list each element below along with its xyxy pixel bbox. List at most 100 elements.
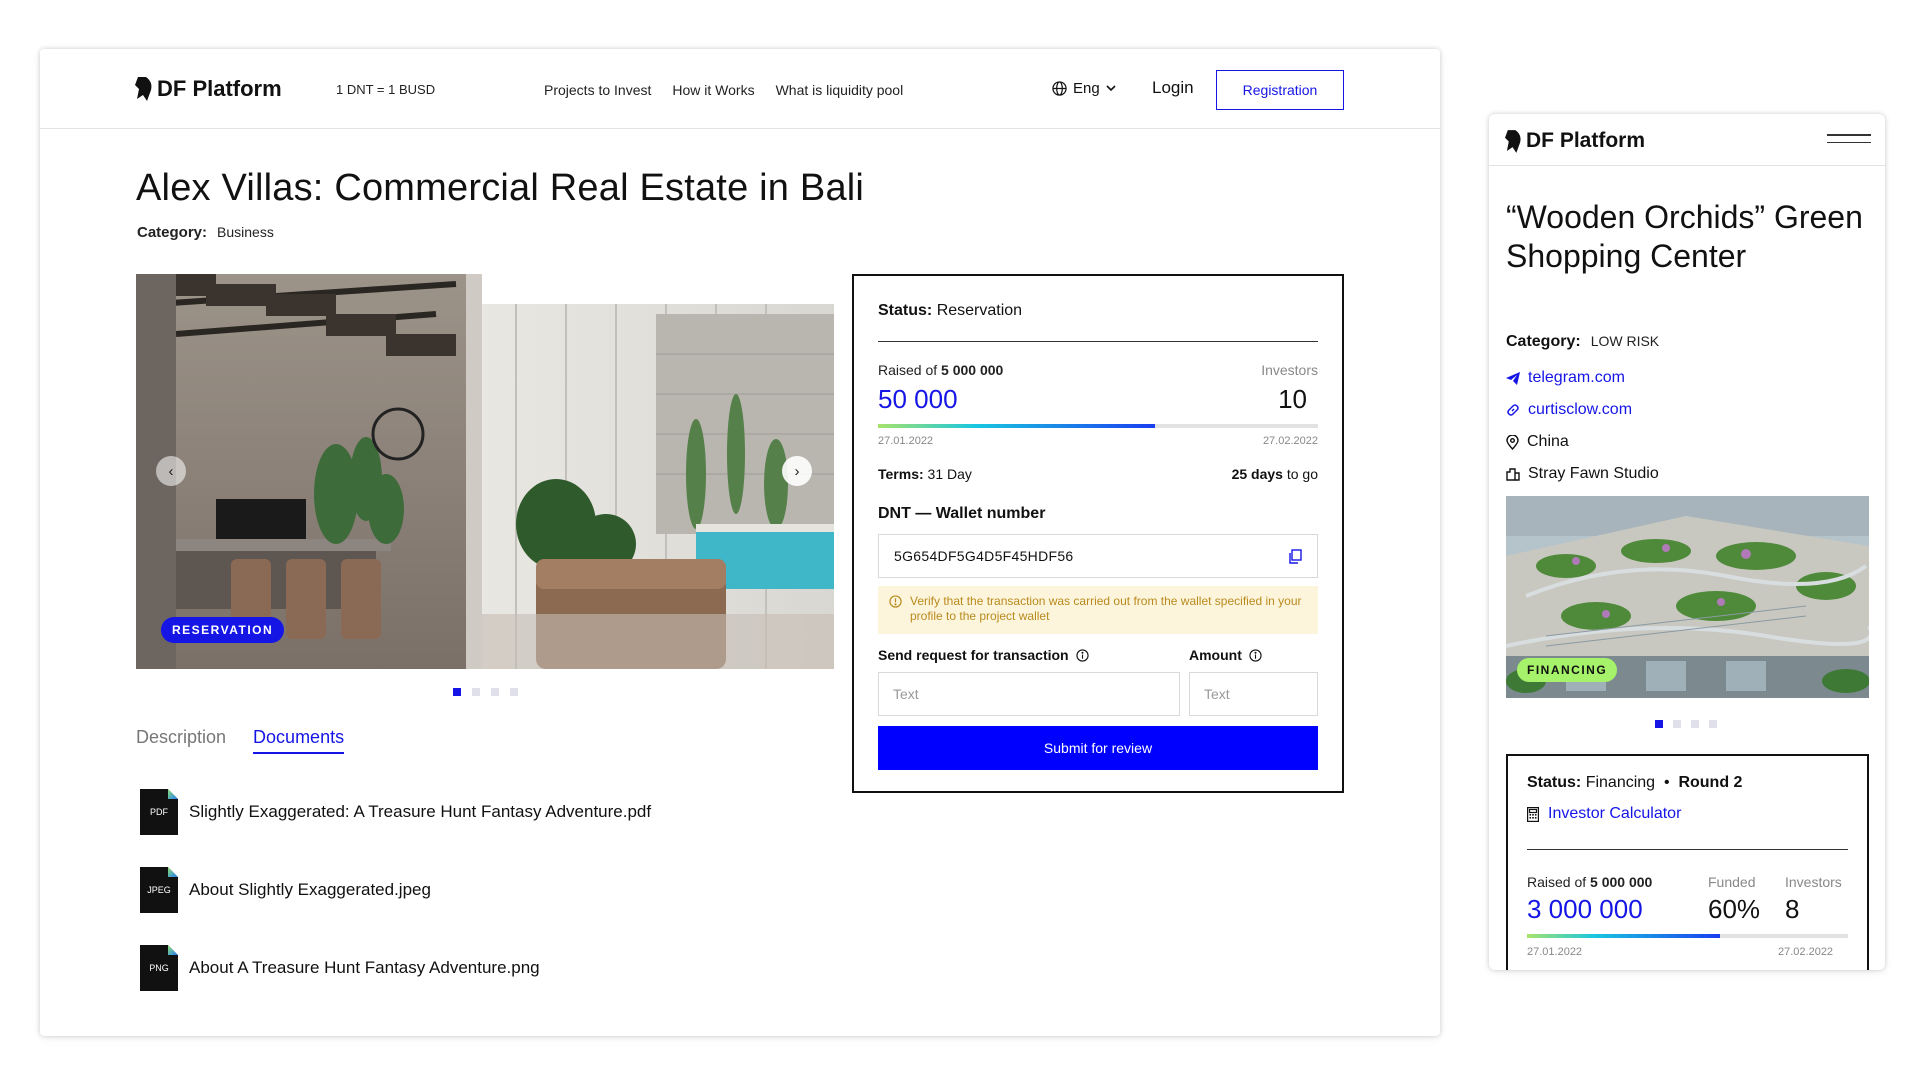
- project-image-gallery[interactable]: ‹ › RESERVATION: [136, 274, 834, 669]
- divider: [1527, 849, 1848, 850]
- page-title: “Wooden Orchids” Green Shopping Center: [1506, 199, 1863, 274]
- status-line: Status: Reservation: [878, 302, 1023, 319]
- funding-progress-bar: [878, 424, 1318, 428]
- document-item[interactable]: PNG About A Treasure Hunt Fantasy Advent…: [140, 929, 651, 1007]
- info-icon[interactable]: [1075, 648, 1089, 662]
- nav-projects-to-invest[interactable]: Projects to Invest: [544, 82, 651, 98]
- category-value: LOW RISK: [1590, 333, 1660, 349]
- project-image[interactable]: FINANCING: [1506, 496, 1869, 698]
- category-label: Category:: [1506, 333, 1581, 350]
- company-icon: [1506, 468, 1520, 481]
- jpeg-file-icon: JPEG: [140, 867, 178, 913]
- start-date: 27.01.2022: [878, 435, 934, 447]
- info-icon[interactable]: [1249, 648, 1262, 662]
- main-nav: Projects to Invest How it Works What is …: [544, 82, 903, 98]
- copy-icon[interactable]: [1288, 549, 1302, 564]
- png-file-icon: PNG: [140, 945, 178, 991]
- chevron-down-icon: [1106, 85, 1116, 92]
- pagination-dot[interactable]: [510, 688, 518, 696]
- website-link[interactable]: curtisclow.com: [1506, 394, 1659, 426]
- logo-text: DF Platform: [1526, 129, 1646, 152]
- tab-description[interactable]: Description: [136, 727, 226, 754]
- project-category: Category: LOW RISK: [1506, 333, 1659, 351]
- link-icon: [1507, 404, 1519, 416]
- amount-input[interactable]: Text: [1189, 672, 1318, 716]
- wallet-label: DNT — Wallet number: [878, 505, 1046, 522]
- logo-text: DF Platform: [157, 76, 282, 101]
- wallet-number-field[interactable]: 5G654DF5G4D5F45HDF56: [878, 534, 1318, 578]
- telegram-icon: [1506, 371, 1520, 385]
- documents-list: PDF Slightly Exaggerated: A Treasure Hun…: [140, 773, 651, 1007]
- page-title: Alex Villas: Commercial Real Estate in B…: [136, 167, 865, 209]
- status-badge: FINANCING: [1517, 658, 1618, 682]
- project-links: telegram.com curtisclow.com China Stray …: [1506, 362, 1659, 490]
- calculator-icon: [1527, 806, 1539, 822]
- progress-fill: [1527, 934, 1720, 938]
- pagination-dot[interactable]: [1673, 720, 1681, 728]
- raised-amount: 3 000 000: [1527, 894, 1643, 924]
- document-item[interactable]: PDF Slightly Exaggerated: A Treasure Hun…: [140, 773, 651, 851]
- pagination-dot[interactable]: [472, 688, 480, 696]
- login-link[interactable]: Login: [1152, 78, 1194, 98]
- location-item: China: [1506, 426, 1659, 458]
- gallery-pagination: [1655, 720, 1717, 728]
- company-item: Stray Fawn Studio: [1506, 458, 1659, 490]
- logo[interactable]: DF Platform: [135, 76, 282, 102]
- pagination-dot[interactable]: [1709, 720, 1717, 728]
- tab-documents[interactable]: Documents: [253, 727, 345, 754]
- pagination-dot[interactable]: [1655, 720, 1663, 728]
- df-logo-icon: [1505, 129, 1521, 153]
- funding-progress-bar: [1527, 934, 1848, 938]
- round-label: Round 2: [1678, 774, 1743, 791]
- send-request-input[interactable]: Text: [878, 672, 1180, 716]
- amount-label: Amount: [1189, 647, 1262, 663]
- warning-text: Verify that the transaction was carried …: [910, 594, 1302, 623]
- send-request-label: Send request for transaction: [878, 647, 1089, 663]
- mobile-frame: DF Platform “Wooden Orchids” Green Shopp…: [1489, 114, 1885, 970]
- desktop-frame: DF Platform 1 DNT = 1 BUSD Projects to I…: [40, 49, 1440, 1036]
- gallery-prev-button[interactable]: ‹: [156, 456, 186, 486]
- submit-for-review-button[interactable]: Submit for review: [878, 726, 1318, 770]
- investment-status-panel: Status: Reservation Raised of 5 000 000 …: [852, 274, 1344, 793]
- top-navigation: DF Platform 1 DNT = 1 BUSD Projects to I…: [40, 49, 1440, 129]
- exchange-rate: 1 DNT = 1 BUSD: [336, 82, 436, 97]
- pagination-dot[interactable]: [1691, 720, 1699, 728]
- logo[interactable]: DF Platform: [1505, 129, 1645, 153]
- registration-button[interactable]: Registration: [1216, 70, 1344, 110]
- divider: [878, 341, 1318, 342]
- telegram-link[interactable]: telegram.com: [1506, 362, 1659, 394]
- document-item[interactable]: JPEG About Slightly Exaggerated.jpeg: [140, 851, 651, 929]
- investor-calculator-link[interactable]: Investor Calculator: [1527, 805, 1681, 823]
- df-logo-icon: [135, 77, 152, 101]
- end-date: 27.02.2022: [1778, 946, 1834, 958]
- hamburger-menu-icon[interactable]: [1827, 134, 1871, 149]
- mobile-top-bar: DF Platform: [1489, 114, 1885, 166]
- wallet-number: 5G654DF5G4D5F45HDF56: [894, 548, 1074, 564]
- investors-count: 8: [1785, 894, 1800, 924]
- investors-label: Investors: [1785, 874, 1842, 890]
- info-warning-icon: [889, 595, 902, 608]
- funded-percent: 60%: [1708, 894, 1761, 924]
- document-name: Slightly Exaggerated: A Treasure Hunt Fa…: [189, 802, 652, 821]
- funded-label: Funded: [1708, 874, 1756, 890]
- globe-icon: [1052, 81, 1067, 96]
- document-name: About Slightly Exaggerated.jpeg: [189, 880, 431, 899]
- project-category: Category: Business: [137, 224, 274, 241]
- language-label: Eng: [1073, 80, 1100, 97]
- pagination-dot[interactable]: [491, 688, 499, 696]
- language-selector[interactable]: Eng: [1052, 80, 1116, 97]
- nav-liquidity-pool[interactable]: What is liquidity pool: [776, 82, 904, 98]
- gallery-next-button[interactable]: ›: [782, 456, 812, 486]
- nav-how-it-works[interactable]: How it Works: [672, 82, 754, 98]
- investment-status-panel: Status: Financing • Round 2 Investor Cal…: [1506, 754, 1869, 970]
- start-date: 27.01.2022: [1527, 946, 1583, 958]
- raised-of-label: Raised of 5 000 000: [878, 362, 1004, 378]
- days-to-go: 25 days to go: [1231, 466, 1318, 482]
- investors-count: 10: [1278, 384, 1307, 414]
- pagination-dot[interactable]: [453, 688, 461, 696]
- location-pin-icon: [1506, 434, 1519, 450]
- raised-of-label: Raised of 5 000 000: [1527, 874, 1653, 890]
- gallery-pagination: [453, 688, 518, 696]
- status-value: Financing: [1585, 774, 1656, 791]
- status-line: Status: Financing • Round 2: [1527, 774, 1743, 791]
